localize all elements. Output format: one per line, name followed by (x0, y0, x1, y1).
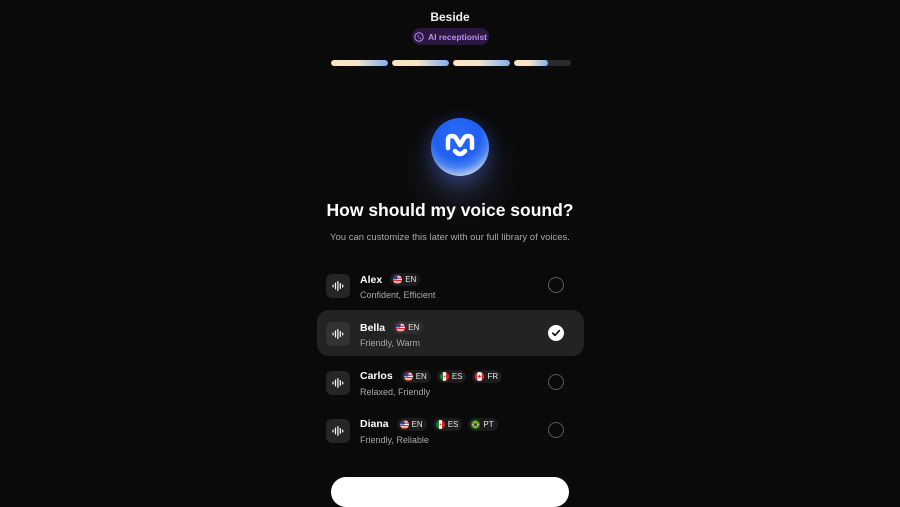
language-chip: EN (390, 273, 421, 286)
voice-name: Alex (360, 273, 383, 286)
onboarding-progress (331, 60, 571, 66)
page-subtitle: You can customize this later with our fu… (330, 232, 570, 243)
language-code: EN (405, 275, 417, 284)
progress-step (331, 60, 388, 66)
us-flag-icon (403, 371, 413, 381)
mx-flag-icon (435, 419, 445, 429)
language-code: PT (483, 419, 494, 429)
waveform-icon (332, 281, 344, 291)
language-chip: EN (396, 417, 427, 431)
language-chip: PT (468, 417, 498, 431)
voice-option[interactable]: Carlos EN ES FR Relaxed, Friendly (317, 359, 584, 405)
voice-header: Bella EN (360, 321, 424, 335)
ai-receptionist-badge: AI receptionist (412, 28, 489, 45)
voice-radio[interactable] (548, 277, 564, 293)
br-flag-icon (471, 419, 481, 429)
play-sample-button[interactable] (326, 370, 350, 395)
voice-traits: Confident, Efficient (360, 290, 436, 300)
assistant-logo-orb (431, 118, 489, 176)
voice-header: Diana EN ES PT (360, 417, 498, 431)
language-code: EN (411, 419, 423, 429)
voice-option[interactable]: Diana EN ES PT Friendly, Reliable (317, 407, 584, 453)
voice-radio[interactable] (548, 421, 564, 438)
voice-option[interactable]: Alex EN Confident, Efficient (317, 262, 584, 308)
language-code: EN (415, 371, 427, 381)
mx-flag-icon (439, 371, 449, 381)
progress-step (392, 60, 449, 66)
ca-flag-icon (475, 371, 485, 381)
voice-list: Alex EN Confident, Efficient Bella EN Fr… (317, 262, 584, 455)
us-flag-icon (396, 323, 406, 333)
waveform-icon (332, 377, 344, 388)
badge-label: AI receptionist (427, 31, 488, 42)
language-code: EN (408, 323, 420, 333)
app-title: Beside (430, 10, 470, 24)
voice-radio[interactable] (548, 325, 564, 342)
progress-step (514, 60, 571, 66)
us-flag-icon (393, 275, 403, 284)
language-chip: ES (432, 417, 463, 431)
voice-header: Carlos EN ES FR (360, 369, 503, 383)
voice-traits: Relaxed, Friendly (360, 386, 431, 397)
phone-circle-icon (414, 31, 424, 42)
voice-traits: Friendly, Reliable (360, 434, 429, 445)
continue-button[interactable] (331, 477, 569, 507)
language-chip: EN (393, 321, 424, 335)
checkmark-icon (552, 330, 561, 337)
progress-fill (331, 60, 388, 66)
language-code: FR (487, 371, 499, 381)
us-flag-icon (399, 419, 409, 429)
progress-step (453, 60, 510, 66)
waveform-icon (332, 425, 344, 436)
voice-radio[interactable] (548, 373, 564, 390)
waveform-icon (332, 329, 344, 340)
progress-fill (514, 60, 549, 66)
beside-logo-icon (445, 133, 475, 157)
language-chip: EN (400, 369, 431, 383)
voice-name: Carlos (360, 370, 393, 383)
voice-header: Alex EN (360, 273, 421, 286)
play-sample-button[interactable] (326, 274, 350, 298)
progress-fill (453, 60, 510, 66)
play-sample-button[interactable] (326, 322, 350, 347)
voice-name: Diana (360, 418, 389, 431)
voice-option[interactable]: Bella EN Friendly, Warm (317, 310, 584, 357)
page-title: How should my voice sound? (326, 200, 574, 220)
progress-fill (392, 60, 449, 66)
voice-traits: Friendly, Warm (360, 338, 421, 349)
language-code: ES (451, 371, 463, 381)
language-code: ES (447, 419, 459, 429)
language-chip: FR (472, 369, 503, 383)
language-chip: ES (436, 369, 467, 383)
voice-name: Bella (360, 321, 386, 334)
play-sample-button[interactable] (326, 418, 350, 443)
